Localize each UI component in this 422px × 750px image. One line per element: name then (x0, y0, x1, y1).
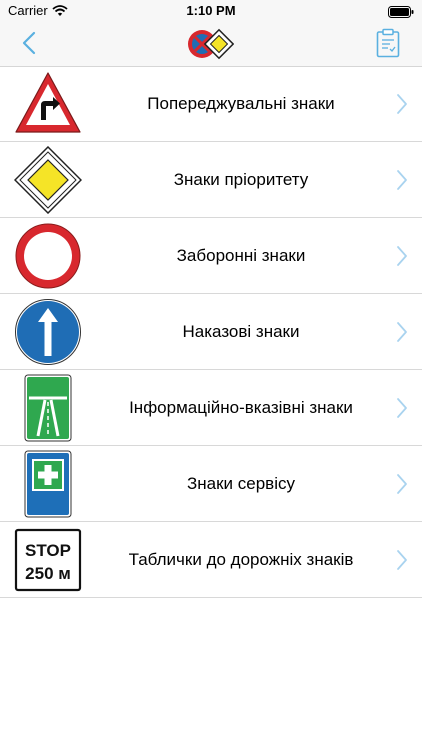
list-item-additional-plates[interactable]: STOP 250 м Таблички до дорожніх знаків (0, 522, 422, 598)
category-label: Знаки сервісу (187, 473, 295, 493)
category-label: Таблички до дорожніх знаків (128, 549, 354, 569)
status-bar: Carrier 1:10 PM (0, 0, 422, 22)
chevron-right-icon (396, 397, 408, 424)
road-signs-logo-icon (186, 27, 235, 66)
chevron-right-icon (396, 473, 408, 500)
list-item-warning-signs[interactable]: Попереджувальні знаки (0, 66, 422, 142)
motorway-sign-icon (14, 374, 82, 442)
list-item-information-signs[interactable]: Інформаційно-вказівні знаки (0, 370, 422, 446)
list-item-service-signs[interactable]: Знаки сервісу (0, 446, 422, 522)
chevron-right-icon (396, 93, 408, 120)
first-aid-sign-icon (14, 450, 82, 518)
list-item-priority-signs[interactable]: Знаки пріоритету (0, 142, 422, 218)
mandatory-sign-icon (14, 298, 82, 366)
warning-sign-icon (14, 70, 82, 138)
back-chevron-icon[interactable] (22, 31, 36, 60)
category-label: Знаки пріоритету (173, 169, 309, 189)
priority-road-sign-icon (13, 145, 83, 215)
plate-sign-icon: STOP 250 м (14, 526, 82, 594)
list-item-prohibition-signs[interactable]: Заборонні знаки (0, 218, 422, 294)
chevron-right-icon (396, 245, 408, 272)
status-time: 1:10 PM (186, 3, 236, 18)
category-label: Інформаційно-вказівні знаки (129, 397, 353, 417)
chevron-right-icon (396, 549, 408, 576)
clipboard-icon[interactable] (376, 28, 400, 63)
sign-category-list: Попереджувальні знаки Знаки пріоритету З… (0, 66, 422, 598)
battery-icon (388, 5, 414, 23)
prohibition-sign-icon (14, 222, 82, 290)
category-label: Наказові знаки (182, 321, 300, 341)
navigation-bar (0, 22, 422, 67)
chevron-right-icon (396, 169, 408, 196)
category-label: Заборонні знаки (176, 245, 306, 265)
category-label: Попереджувальні знаки (147, 93, 335, 113)
plate-line-1: STOP (25, 541, 71, 560)
chevron-right-icon (396, 321, 408, 348)
plate-line-2: 250 м (25, 564, 71, 583)
list-item-mandatory-signs[interactable]: Наказові знаки (0, 294, 422, 370)
